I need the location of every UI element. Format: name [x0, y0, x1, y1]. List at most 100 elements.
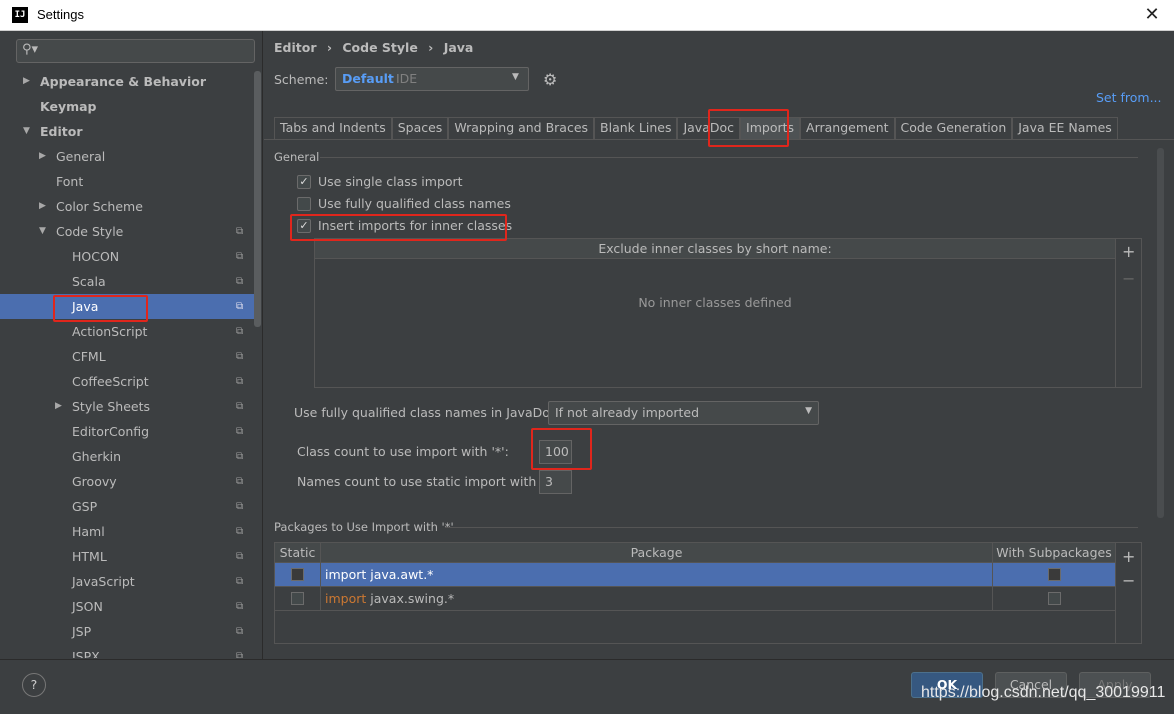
add-icon[interactable]: + — [1122, 242, 1135, 261]
window-title: Settings — [37, 7, 84, 22]
tab-arrangement[interactable]: Arrangement — [800, 117, 895, 139]
static-checkbox[interactable] — [291, 592, 304, 605]
javadoc-names-label: Use fully qualified class names in JavaD… — [294, 405, 561, 420]
expand-arrow-icon[interactable]: ▶ — [39, 194, 46, 219]
tree-item-label: JSPX — [72, 649, 100, 658]
table-row[interactable]: import java.awt.* — [275, 563, 1115, 587]
search-icon: ⚲▾ — [22, 42, 39, 57]
tree-item-editorconfig[interactable]: EditorConfig ⧉ — [8, 419, 254, 444]
gear-icon[interactable]: ⚙ — [543, 70, 557, 89]
subpackages-checkbox[interactable] — [1048, 592, 1061, 605]
tab-code-generation[interactable]: Code Generation — [894, 117, 1013, 139]
close-window-button[interactable]: ✕ — [1138, 1, 1166, 29]
remove-icon[interactable]: − — [1122, 269, 1135, 288]
set-from-link[interactable]: Set from... — [1096, 90, 1162, 105]
column-header-package[interactable]: Package — [321, 543, 993, 562]
packages-table[interactable]: Static Package With Subpackages import j… — [274, 542, 1116, 644]
tree-item-general[interactable]: ▶ General — [8, 144, 254, 169]
import-keyword: import — [325, 591, 367, 606]
tab-java-ee-names[interactable]: Java EE Names — [1012, 117, 1118, 139]
table-row[interactable]: import javax.swing.* — [275, 587, 1115, 611]
tree-item-jsp[interactable]: JSP ⧉ — [8, 619, 254, 644]
tree-item-jspx[interactable]: JSPX ⧉ — [8, 644, 254, 658]
settings-search-input[interactable]: ⚲▾ — [16, 39, 255, 63]
tree-item-label: JSP — [72, 624, 92, 639]
remove-icon[interactable]: − — [1122, 571, 1135, 590]
project-copy-icon: ⧉ — [236, 451, 244, 462]
tree-item-label: Scala — [72, 274, 106, 289]
tree-item-appearance-behavior[interactable]: ▶ Appearance & Behavior — [8, 69, 254, 94]
project-copy-icon: ⧉ — [236, 626, 244, 637]
project-copy-icon: ⧉ — [236, 576, 244, 587]
tree-item-groovy[interactable]: Groovy ⧉ — [8, 469, 254, 494]
scheme-select[interactable]: Default IDE ▼ — [335, 67, 529, 91]
tree-item-label: JavaScript — [72, 574, 135, 589]
subpackages-checkbox[interactable] — [1048, 568, 1061, 581]
chevron-down-icon: ▼ — [805, 406, 812, 416]
exclude-list-toolbar: + − — [1116, 238, 1142, 388]
breadcrumb-item: Code Style — [342, 40, 418, 55]
expand-arrow-icon[interactable]: ▶ — [39, 144, 46, 169]
tree-item-label: Editor — [40, 124, 83, 139]
tree-item-haml[interactable]: Haml ⧉ — [8, 519, 254, 544]
tree-item-style-sheets[interactable]: ▶ Style Sheets ⧉ — [8, 394, 254, 419]
checkbox-label: Use single class import — [318, 174, 463, 189]
tab-javadoc[interactable]: JavaDoc — [677, 117, 741, 139]
tree-item-color-scheme[interactable]: ▶ Color Scheme — [8, 194, 254, 219]
class-count-input[interactable]: 100 — [539, 440, 572, 464]
project-copy-icon: ⧉ — [236, 226, 244, 237]
exclude-inner-classes-list[interactable]: Exclude inner classes by short name: No … — [314, 238, 1116, 388]
tree-item-cfml[interactable]: CFML ⧉ — [8, 344, 254, 369]
subpackages-cell — [993, 563, 1115, 587]
tree-item-java[interactable]: Java ⧉ — [0, 294, 254, 319]
tree-item-hocon[interactable]: HOCON ⧉ — [8, 244, 254, 269]
package-cell: import java.awt.* — [321, 563, 993, 587]
tree-item-editor[interactable]: ▼ Editor — [8, 119, 254, 144]
project-copy-icon: ⧉ — [236, 601, 244, 612]
tree-item-label: HOCON — [72, 249, 120, 264]
tree-item-keymap[interactable]: Keymap — [8, 94, 254, 119]
tree-item-json[interactable]: JSON ⧉ — [8, 594, 254, 619]
column-header-static[interactable]: Static — [275, 543, 321, 562]
tree-item-coffeescript[interactable]: CoffeeScript ⧉ — [8, 369, 254, 394]
tab-tabs-and-indents[interactable]: Tabs and Indents — [274, 117, 392, 139]
class-count-label: Class count to use import with '*': — [297, 444, 509, 459]
collapse-arrow-icon[interactable]: ▼ — [39, 219, 46, 244]
tab-wrapping-and-braces[interactable]: Wrapping and Braces — [448, 117, 595, 139]
javadoc-names-select[interactable]: If not already imported ▼ — [548, 401, 819, 425]
tree-item-label: General — [56, 149, 106, 164]
project-copy-icon: ⧉ — [236, 651, 244, 658]
tree-item-gsp[interactable]: GSP ⧉ — [8, 494, 254, 519]
expand-arrow-icon[interactable]: ▶ — [23, 69, 30, 94]
section-divider — [445, 527, 1138, 528]
scheme-type: IDE — [396, 71, 418, 86]
tab-imports[interactable]: Imports — [740, 117, 801, 139]
add-icon[interactable]: + — [1122, 547, 1135, 566]
names-count-input[interactable]: 3 — [539, 470, 572, 494]
tab-spaces[interactable]: Spaces — [391, 117, 449, 139]
tree-item-actionscript[interactable]: ActionScript ⧉ — [8, 319, 254, 344]
expand-arrow-icon[interactable]: ▶ — [55, 394, 62, 419]
checkmark-icon: ✓ — [297, 175, 311, 189]
tree-item-html[interactable]: HTML ⧉ — [8, 544, 254, 569]
tree-item-gherkin[interactable]: Gherkin ⧉ — [8, 444, 254, 469]
sidebar-scrollbar[interactable] — [254, 71, 261, 327]
tab-blank-lines[interactable]: Blank Lines — [594, 117, 678, 139]
checkbox-label: Use fully qualified class names — [318, 196, 511, 211]
tree-item-label: Style Sheets — [72, 399, 151, 414]
project-copy-icon: ⧉ — [236, 426, 244, 437]
tree-item-label: HTML — [72, 549, 107, 564]
tree-item-font[interactable]: Font — [8, 169, 254, 194]
tree-item-code-style[interactable]: ▼ Code Style ⧉ — [8, 219, 254, 244]
static-checkbox[interactable] — [291, 568, 304, 581]
collapse-arrow-icon[interactable]: ▼ — [23, 119, 30, 144]
column-header-subpackages[interactable]: With Subpackages — [993, 543, 1115, 562]
project-copy-icon: ⧉ — [236, 401, 244, 412]
tree-item-label: Color Scheme — [56, 199, 143, 214]
help-button[interactable]: ? — [22, 673, 46, 697]
project-copy-icon: ⧉ — [236, 501, 244, 512]
main-scrollbar[interactable] — [1157, 148, 1164, 518]
tree-item-javascript[interactable]: JavaScript ⧉ — [8, 569, 254, 594]
tree-item-scala[interactable]: Scala ⧉ — [8, 269, 254, 294]
project-copy-icon: ⧉ — [236, 301, 244, 312]
